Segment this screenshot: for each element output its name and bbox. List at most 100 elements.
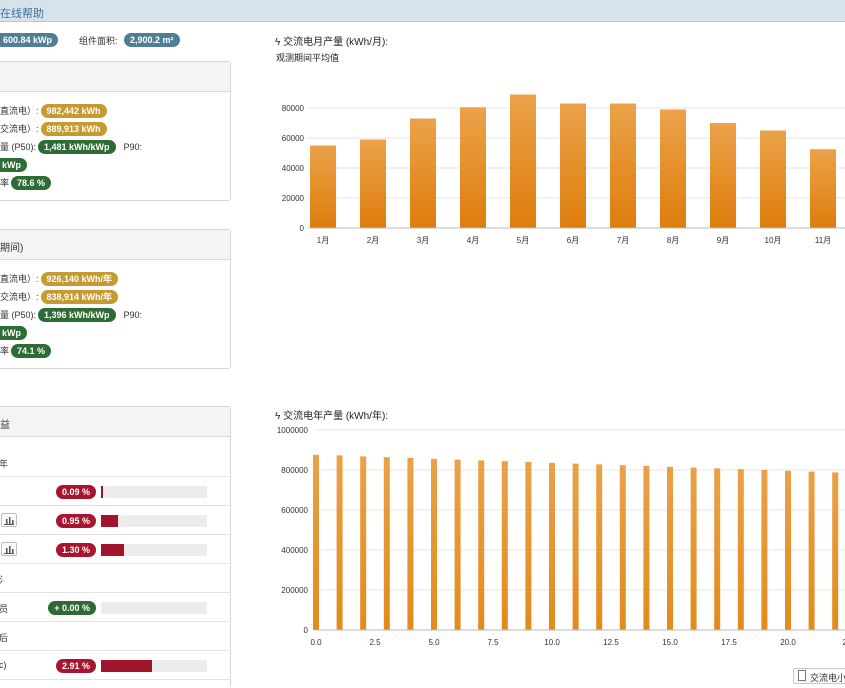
- month-bar: [660, 109, 686, 228]
- area-label: 组件面积:: [79, 36, 118, 46]
- x-tick-label: 5.0: [428, 638, 440, 647]
- year-bar: [431, 458, 437, 630]
- online-help-link[interactable]: 在线帮助: [0, 5, 44, 21]
- info-row-label: 量 (P50):: [0, 310, 37, 320]
- year-bar: [667, 466, 673, 630]
- loss-row-label: 年: [0, 459, 9, 469]
- month-bar: [360, 139, 386, 228]
- production-panel-header: [0, 62, 230, 92]
- info-row-value: 1,396 kWh/kWp: [38, 308, 116, 322]
- year-bar: [572, 463, 579, 630]
- year-bar: [360, 456, 367, 630]
- lightning-icon: ϟ: [275, 37, 281, 48]
- loss-value-badge: 2.91 %: [55, 659, 96, 673]
- loss-row: 员 + 0.00 %: [0, 593, 231, 622]
- loss-bar: [101, 544, 207, 556]
- year-bar: [407, 458, 414, 630]
- info-row-value: 78.6 %: [11, 176, 52, 190]
- y-tick-label: 60000: [282, 134, 305, 143]
- info-row: 量 (P50): 1,396 kWh/kWp P90:: [0, 308, 142, 322]
- info-row-value: 838,914 kWh/年: [40, 290, 119, 304]
- y-tick-label: 40000: [282, 164, 305, 173]
- x-tick-label: 15.0: [662, 638, 678, 647]
- loss-row: 氵: [0, 564, 231, 593]
- info-row: 交流电）: 889,913 kWh: [0, 122, 107, 136]
- x-tick-label: 17.5: [721, 638, 737, 647]
- x-tick-label: 1月: [317, 236, 329, 245]
- year-bar: [549, 462, 555, 630]
- monthly-chart: 0 20000 40000 60000 80000 1月 2月 3月 4月 5月 6月 7月 8月 9月 1…: [282, 94, 845, 245]
- x-tick-label: 2月: [367, 236, 379, 245]
- month-bar: [610, 103, 636, 228]
- info-row-label: 量 (P50):: [0, 142, 37, 152]
- y-tick-label: 200000: [281, 586, 308, 595]
- loss-bar: [101, 660, 207, 672]
- month-bar: [310, 145, 336, 228]
- document-icon: [798, 670, 806, 681]
- x-tick-label: 0.0: [310, 638, 322, 647]
- x-tick-label: 10.0: [544, 638, 560, 647]
- info-row-value: 889,913 kWh: [40, 122, 107, 136]
- info-row-extra: P90:: [123, 142, 143, 152]
- monthly-chart-title: ϟ 交流电月产量 (kWh/月):: [275, 33, 388, 48]
- info-row-value: kWp: [0, 158, 27, 172]
- year-bar: [383, 457, 390, 630]
- loss-row: c) 2.91 %: [0, 651, 231, 680]
- loss-bar: [101, 602, 207, 614]
- observed-panel-header: 期间): [0, 230, 230, 260]
- y-tick-label: 0: [304, 626, 309, 635]
- year-bar: [714, 468, 721, 630]
- bar-chart-icon[interactable]: [1, 542, 17, 556]
- loss-value-badge: 1.30 %: [55, 543, 96, 557]
- x-tick-label: 5月: [517, 236, 529, 245]
- x-tick-label: 10月: [765, 236, 782, 245]
- x-tick-label: 8月: [667, 236, 679, 245]
- loss-value-badge: 0.95 %: [55, 514, 96, 528]
- year-bar: [525, 462, 532, 630]
- info-row-value: 74.1 %: [11, 344, 52, 358]
- x-tick-label: 7.5: [487, 638, 499, 647]
- month-bar: [410, 118, 436, 228]
- info-row-label: 直流电）:: [0, 274, 39, 284]
- info-row-extra: P90:: [123, 310, 143, 320]
- info-row-label: 直流电）:: [0, 106, 39, 116]
- annual-chart: 0 200000 400000 600000 800000 1000000 0.0 2.5 5.…: [277, 426, 845, 647]
- info-row-value: 1,481 kWh/kWp: [38, 140, 116, 154]
- info-row-value: 926,140 kWh/年: [40, 272, 119, 286]
- info-row: kWp: [0, 326, 27, 340]
- info-row-label: 率: [0, 178, 10, 188]
- x-tick-label: 4月: [467, 236, 479, 245]
- y-tick-label: 400000: [281, 546, 308, 555]
- info-row-label: 率: [0, 346, 10, 356]
- loss-bar-fill: [101, 486, 103, 498]
- year-bar: [737, 469, 744, 630]
- year-bar: [478, 460, 485, 630]
- loss-row-label: 员: [0, 604, 9, 614]
- year-bar: [690, 467, 697, 630]
- y-tick-label: 600000: [281, 506, 308, 515]
- x-tick-label: 3月: [417, 236, 429, 245]
- year-bar: [454, 459, 461, 630]
- info-row: 直流电）: 926,140 kWh/年: [0, 272, 119, 286]
- info-row: 直流电）: 982,442 kWh: [0, 104, 107, 118]
- info-row: 量 (P50): 1,481 kWh/kWp P90:: [0, 140, 142, 154]
- x-tick-label: 12.5: [603, 638, 619, 647]
- month-bar: [810, 149, 836, 228]
- top-bar: 在线帮助: [0, 0, 845, 22]
- monthly-chart-subtitle: 观测期间平均值: [276, 53, 340, 63]
- bar-chart-icon[interactable]: [1, 513, 17, 527]
- loss-row-label: 后: [0, 633, 9, 643]
- loss-row-label: 氵: [0, 575, 9, 585]
- loss-value-badge: + 0.00 %: [48, 601, 96, 615]
- y-tick-label: 20000: [282, 194, 305, 203]
- loss-row-label: c): [0, 660, 7, 670]
- info-row: kWp: [0, 158, 27, 172]
- x-tick-label: 7月: [617, 236, 629, 245]
- info-row-label: 交流电）:: [0, 124, 39, 134]
- loss-bar-fill: [101, 515, 118, 527]
- x-tick-label: 9月: [717, 236, 729, 245]
- month-bar: [760, 130, 786, 228]
- observed-panel-title: 期间): [0, 243, 24, 254]
- month-bar: [510, 94, 536, 228]
- ac-hourly-button[interactable]: 交流电小: [793, 668, 845, 684]
